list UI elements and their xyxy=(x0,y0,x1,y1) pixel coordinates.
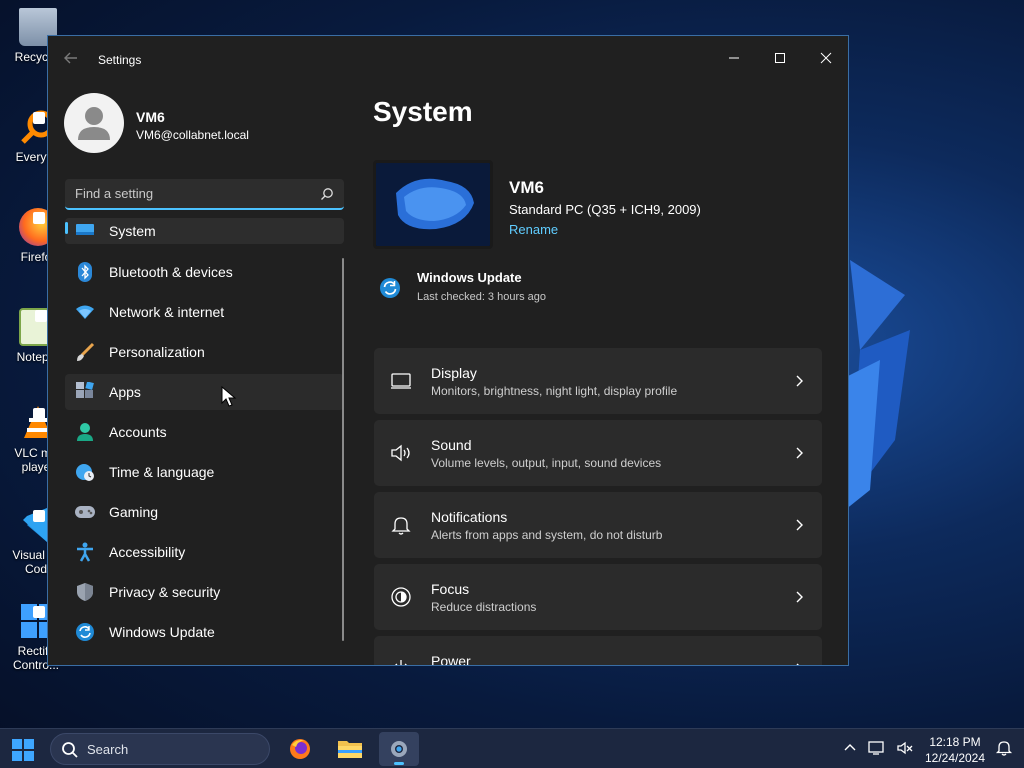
windows-update-title[interactable]: Windows Update xyxy=(417,270,522,285)
shortcut-arrow-icon xyxy=(33,606,45,618)
network-monitor-icon[interactable] xyxy=(867,739,885,757)
chevron-right-icon xyxy=(796,375,803,387)
chevron-right-icon xyxy=(796,447,803,459)
taskbar-file-explorer[interactable] xyxy=(330,732,370,766)
rename-link[interactable]: Rename xyxy=(509,222,558,237)
clock-date: 12/24/2024 xyxy=(924,751,986,765)
settings-window: Settings VM6 VM6@collabnet.local Find a … xyxy=(47,35,849,666)
windows-update-icon[interactable] xyxy=(379,277,401,299)
windows-start-icon[interactable] xyxy=(12,739,34,761)
title-bar[interactable]: Settings xyxy=(48,36,848,86)
sidebar-nav: System Bluetooth & devices Network & int… xyxy=(65,218,344,654)
power-card[interactable]: Power xyxy=(374,636,822,665)
sidebar-item-accessibility[interactable]: Accessibility xyxy=(65,534,344,570)
update-icon xyxy=(75,622,95,642)
focus-icon xyxy=(391,587,411,607)
user-name: VM6 xyxy=(136,109,165,125)
sidebar-item-bluetooth[interactable]: Bluetooth & devices xyxy=(65,254,344,290)
sidebar-item-privacy[interactable]: Privacy & security xyxy=(65,574,344,610)
system-icon xyxy=(75,221,95,241)
taskbar-settings[interactable] xyxy=(379,732,419,766)
close-icon xyxy=(820,52,832,64)
sidebar-item-accounts[interactable]: Accounts xyxy=(65,414,344,450)
maximize-icon xyxy=(775,53,785,63)
taskbar-search-label: Search xyxy=(87,742,129,757)
shield-icon xyxy=(75,582,95,602)
sidebar-item-system[interactable]: System xyxy=(65,218,344,244)
selection-indicator xyxy=(65,222,68,234)
display-icon xyxy=(391,373,411,389)
globe-clock-icon xyxy=(75,462,95,482)
notifications-card[interactable]: Notifications Alerts from apps and syste… xyxy=(374,492,822,558)
window-title: Settings xyxy=(98,53,142,67)
accessibility-icon xyxy=(75,542,95,562)
minimize-icon xyxy=(729,57,739,59)
taskbar-firefox[interactable] xyxy=(280,732,320,766)
back-arrow-icon[interactable] xyxy=(64,51,82,69)
chevron-right-icon xyxy=(796,591,803,603)
windows-update-status: Last checked: 3 hours ago xyxy=(417,291,547,303)
brush-icon xyxy=(75,342,95,362)
taskbar-clock[interactable]: 12:18 PM 12/24/2024 xyxy=(922,734,988,766)
minimize-button[interactable] xyxy=(711,42,757,74)
user-email: VM6@collabnet.local xyxy=(136,128,249,142)
firefox-icon xyxy=(290,739,310,759)
shortcut-arrow-icon xyxy=(33,510,45,522)
page-title: System xyxy=(373,96,473,127)
search-icon[interactable] xyxy=(320,187,334,201)
gear-icon xyxy=(391,741,407,757)
speaker-icon xyxy=(391,444,410,462)
taskbar-search[interactable]: Search xyxy=(50,733,270,765)
volume-muted-icon[interactable] xyxy=(896,739,914,757)
accounts-icon xyxy=(75,422,95,442)
close-button[interactable] xyxy=(803,42,848,74)
avatar[interactable] xyxy=(64,93,124,153)
apps-icon xyxy=(75,382,95,402)
bell-icon xyxy=(391,517,411,535)
sidebar-item-personalization[interactable]: Personalization xyxy=(65,334,344,370)
user-avatar-icon xyxy=(78,107,110,140)
device-name: VM6 xyxy=(509,178,544,197)
active-app-indicator xyxy=(394,762,404,765)
wifi-icon xyxy=(75,302,95,322)
shortcut-arrow-icon xyxy=(35,310,47,322)
chevron-right-icon xyxy=(796,519,803,531)
device-image xyxy=(373,160,493,249)
shortcut-arrow-icon xyxy=(33,112,45,124)
sidebar-item-network[interactable]: Network & internet xyxy=(65,294,344,330)
search-input[interactable] xyxy=(65,179,305,208)
sidebar-item-apps[interactable]: Apps xyxy=(65,374,344,410)
notification-bell-icon[interactable] xyxy=(995,739,1013,757)
focus-card[interactable]: Focus Reduce distractions xyxy=(374,564,822,630)
sidebar-item-gaming[interactable]: Gaming xyxy=(65,494,344,530)
bluetooth-icon xyxy=(75,262,95,282)
gamepad-icon xyxy=(75,502,95,522)
folder-icon xyxy=(338,741,362,758)
maximize-button[interactable] xyxy=(757,42,803,74)
mouse-cursor-icon xyxy=(221,386,237,407)
device-model: Standard PC (Q35 + ICH9, 2009) xyxy=(509,202,701,217)
sidebar-scrollbar[interactable] xyxy=(342,258,344,641)
chevron-right-icon xyxy=(796,663,799,665)
shortcut-arrow-icon xyxy=(33,212,45,224)
search-icon xyxy=(62,742,78,758)
clock-time: 12:18 PM xyxy=(929,735,981,749)
sidebar-item-time-language[interactable]: Time & language xyxy=(65,454,344,490)
taskbar: Search 12:18 PM 12/24/2024 xyxy=(0,728,1024,768)
power-icon xyxy=(395,660,407,665)
shortcut-arrow-icon xyxy=(33,408,45,420)
sound-card[interactable]: Sound Volume levels, output, input, soun… xyxy=(374,420,822,486)
display-card[interactable]: Display Monitors, brightness, night ligh… xyxy=(374,348,822,414)
chevron-up-icon[interactable] xyxy=(841,739,859,757)
sidebar-item-windows-update[interactable]: Windows Update xyxy=(65,614,344,650)
search-box[interactable] xyxy=(65,179,344,210)
